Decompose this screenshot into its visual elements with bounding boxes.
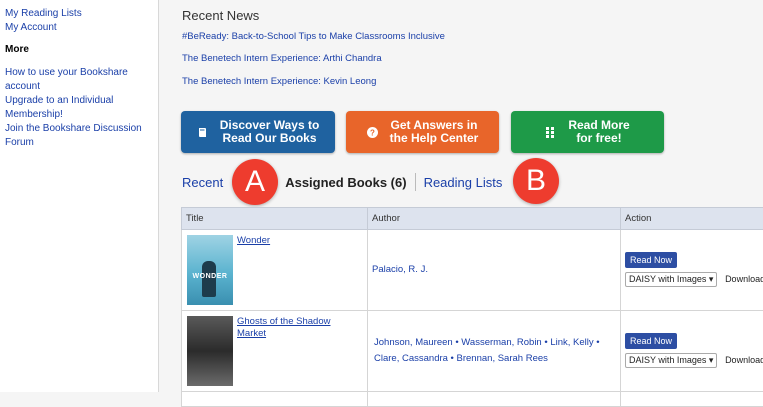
discover-line2: Read Our Books bbox=[222, 131, 316, 145]
help-line1: Get Answers in bbox=[391, 118, 478, 132]
chevron-down-icon: ▾ bbox=[709, 355, 714, 365]
download-button[interactable]: Download bbox=[725, 355, 763, 365]
help-line2: the Help Center bbox=[390, 131, 479, 145]
book-cover-ghosts[interactable] bbox=[187, 316, 233, 386]
news-link-arthi[interactable]: The Benetech Intern Experience: Arthi Ch… bbox=[182, 53, 382, 64]
book-tabs: Recent Assigned Books (6) Reading Lists bbox=[182, 173, 502, 191]
sidebar-link-how-to-use[interactable]: How to use your Bookshare account bbox=[5, 66, 140, 94]
tab-reading-lists[interactable]: Reading Lists bbox=[424, 175, 503, 190]
column-header-title[interactable]: Title bbox=[182, 208, 368, 230]
help-center-button[interactable]: ? Get Answers inthe Help Center bbox=[346, 111, 499, 153]
cover-word: WONDER bbox=[189, 273, 231, 280]
read-now-button[interactable]: Read Now bbox=[625, 252, 677, 268]
tab-divider bbox=[415, 173, 416, 191]
news-link-bready[interactable]: #BeReady: Back-to-School Tips to Make Cl… bbox=[182, 31, 445, 42]
table-row bbox=[182, 392, 763, 407]
readmore-line2: for free! bbox=[576, 131, 621, 145]
book-author[interactable]: Palacio, R. J. bbox=[372, 264, 428, 275]
tab-assigned-books[interactable]: Assigned Books (6) bbox=[285, 175, 406, 190]
book-title-link[interactable]: Wonder bbox=[237, 235, 270, 305]
download-button[interactable]: Download bbox=[725, 274, 763, 284]
svg-text:?: ? bbox=[370, 128, 375, 137]
tab-recent[interactable]: Recent bbox=[182, 175, 223, 190]
format-select[interactable]: DAISY with Images ▾ bbox=[625, 272, 717, 287]
table-row: WONDER Wonder Palacio, R. J. Read Now DA… bbox=[182, 230, 763, 311]
book-icon bbox=[197, 127, 208, 138]
chevron-down-icon: ▾ bbox=[709, 274, 714, 284]
sidebar-link-my-account[interactable]: My Account bbox=[5, 21, 158, 35]
book-author[interactable]: Johnson, Maureen • Wasserman, Robin • Li… bbox=[374, 337, 600, 364]
sidebar-link-upgrade[interactable]: Upgrade to an Individual Membership! bbox=[5, 94, 125, 122]
grid-icon bbox=[545, 127, 556, 138]
discover-ways-button[interactable]: Discover Ways toRead Our Books bbox=[181, 111, 335, 153]
marker-b: B bbox=[513, 158, 559, 204]
assigned-books-table: Title Author Action WONDER Wonder Palaci… bbox=[181, 207, 763, 407]
sidebar: My Reading Lists My Account More How to … bbox=[0, 0, 159, 392]
format-select[interactable]: DAISY with Images ▾ bbox=[625, 353, 717, 368]
read-more-button[interactable]: Read Morefor free! bbox=[511, 111, 664, 153]
sidebar-link-discussion-forum[interactable]: Join the Bookshare Discussion Forum bbox=[5, 122, 145, 150]
read-now-button[interactable]: Read Now bbox=[625, 333, 677, 349]
recent-news-heading: Recent News bbox=[182, 8, 259, 23]
book-cover-wonder[interactable]: WONDER bbox=[187, 235, 233, 305]
marker-a: A bbox=[232, 159, 278, 205]
sidebar-link-reading-lists[interactable]: My Reading Lists bbox=[5, 7, 158, 21]
column-header-author[interactable]: Author bbox=[368, 208, 621, 230]
book-title-link[interactable]: Ghosts of the Shadow Market bbox=[237, 316, 362, 386]
news-link-kevin[interactable]: The Benetech Intern Experience: Kevin Le… bbox=[182, 76, 376, 87]
main-content: Recent News #BeReady: Back-to-School Tip… bbox=[159, 0, 763, 392]
column-header-action: Action bbox=[621, 208, 763, 230]
sidebar-more-heading: More bbox=[5, 44, 158, 55]
question-icon: ? bbox=[367, 127, 378, 138]
table-row: Ghosts of the Shadow Market Johnson, Mau… bbox=[182, 311, 763, 392]
readmore-line1: Read More bbox=[568, 118, 629, 132]
discover-line1: Discover Ways to bbox=[220, 118, 320, 132]
